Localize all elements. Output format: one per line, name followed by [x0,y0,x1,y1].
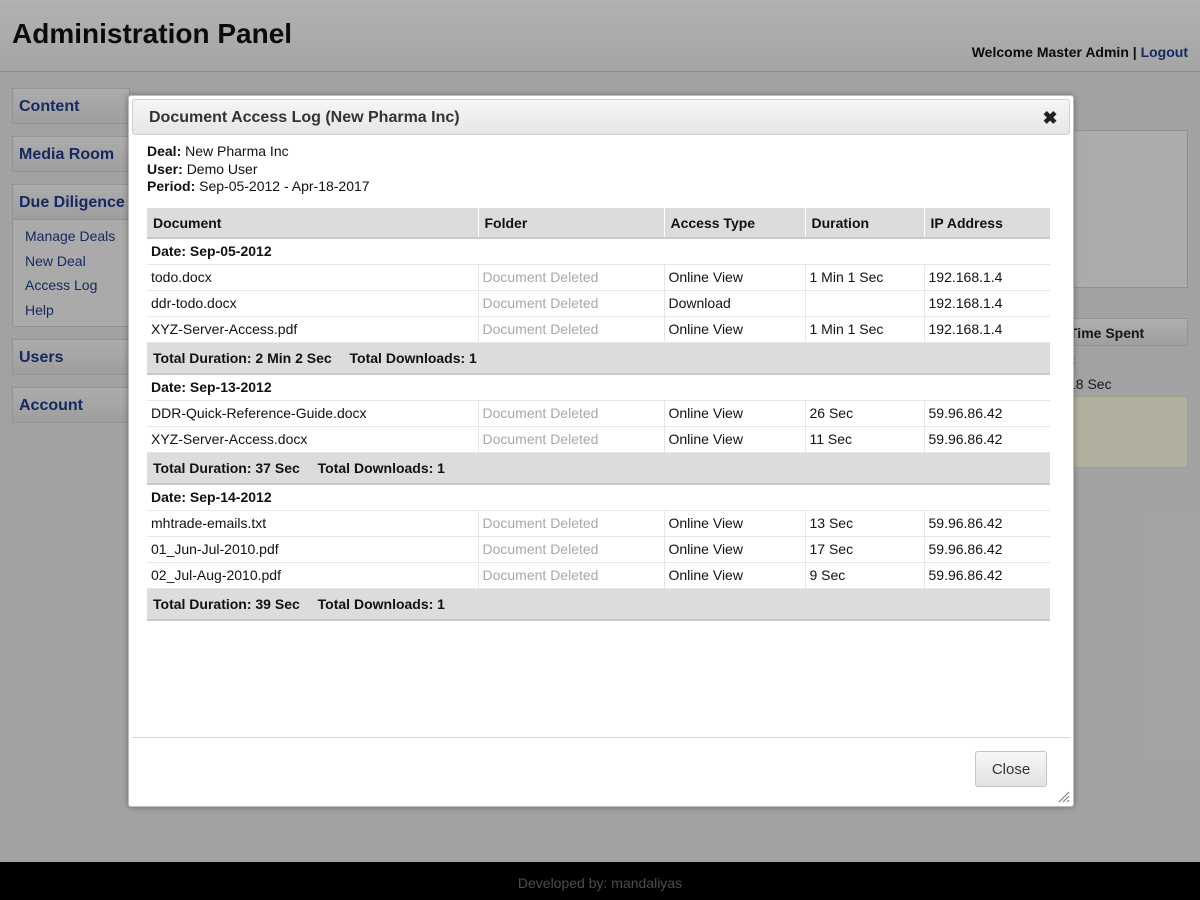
cell-document: DDR-Quick-Reference-Guide.docx [147,400,479,427]
cell-ip-address: 192.168.1.4 [924,316,1050,343]
total-downloads: Total Downloads: 1 [317,459,445,476]
meta-deal-value: New Pharma Inc [185,143,289,159]
dialog-footer-divider [132,737,1070,738]
group-total-cell: Total Duration: 2 Min 2 Sec Total Downlo… [147,341,1050,375]
cell-ip-address: 59.96.86.42 [924,562,1050,589]
column-header-access-type: Access Type [664,208,806,239]
group-total-row: Total Duration: 37 Sec Total Downloads: … [147,451,1050,485]
resize-grip-icon[interactable] [1056,789,1070,803]
cell-document: todo.docx [147,264,479,291]
meta-user: User: Demo User [147,161,370,179]
dialog-titlebar[interactable]: Document Access Log (New Pharma Inc) ✖ [132,99,1070,135]
meta-user-value: Demo User [186,160,258,177]
total-downloads: Total Downloads: 1 [349,349,477,366]
cell-access-type: Online View [664,536,806,563]
cell-folder: Document Deleted [478,400,665,427]
column-header-document: Document [147,208,479,239]
cell-ip-address: 192.168.1.4 [924,290,1050,317]
cell-access-type: Online View [664,400,806,427]
table-row: ddr-todo.docx Document Deleted Download … [147,290,1050,317]
cell-access-type: Online View [664,264,806,291]
table-row: 01_Jun-Jul-2010.pdf Document Deleted Onl… [147,536,1050,563]
meta-period-value: Sep-05-2012 - Apr-18-2017 [199,178,370,194]
meta-deal-label: Deal: [147,143,182,159]
date-group-row: Date: Sep-05-2012 [147,238,1050,265]
dialog-title: Document Access Log (New Pharma Inc) [149,109,460,126]
table-row: todo.docx Document Deleted Online View 1… [147,264,1050,291]
cell-duration: 17 Sec [805,536,925,563]
meta-period: Period: Sep-05-2012 - Apr-18-2017 [147,178,370,196]
group-total-cell: Total Duration: 39 Sec Total Downloads: … [147,587,1050,621]
date-group-label: Date: Sep-05-2012 [147,238,1050,265]
table-row: XYZ-Server-Access.pdf Document Deleted O… [147,316,1050,343]
cell-access-type: Download [664,290,806,317]
meta-deal: Deal: New Pharma Inc [147,143,370,161]
cell-ip-address: 192.168.1.4 [924,264,1050,291]
date-group-label: Date: Sep-13-2012 [147,374,1050,401]
cell-folder: Document Deleted [478,316,665,343]
table-row: XYZ-Server-Access.docx Document Deleted … [147,426,1050,453]
cell-folder: Document Deleted [478,562,665,589]
cell-access-type: Online View [664,426,806,453]
cell-document: XYZ-Server-Access.pdf [147,316,479,343]
page-footer: Developed by: mandaliyas [0,862,1200,900]
cell-document: 02_Jul-Aug-2010.pdf [147,562,479,589]
date-group-label: Date: Sep-14-2012 [147,484,1050,511]
cell-ip-address: 59.96.86.42 [924,426,1050,453]
table-row: mhtrade-emails.txt Document Deleted Onli… [147,510,1050,537]
total-downloads: Total Downloads: 1 [317,595,445,612]
total-duration: Total Duration: 37 Sec [153,459,300,476]
cell-folder: Document Deleted [478,290,665,317]
cell-duration [805,290,925,317]
column-header-folder: Folder [478,208,665,239]
cell-duration: 1 Min 1 Sec [805,316,925,343]
table-header-row: Document Folder Access Type Duration IP … [147,208,1050,239]
total-duration: Total Duration: 2 Min 2 Sec [153,349,332,366]
cell-duration: 9 Sec [805,562,925,589]
cell-folder: Document Deleted [478,510,665,537]
cell-folder: Document Deleted [478,264,665,291]
cell-duration: 13 Sec [805,510,925,537]
date-group-row: Date: Sep-13-2012 [147,374,1050,401]
cell-ip-address: 59.96.86.42 [924,536,1050,563]
table-row: 02_Jul-Aug-2010.pdf Document Deleted Onl… [147,562,1050,589]
group-total-cell: Total Duration: 37 Sec Total Downloads: … [147,451,1050,485]
cell-document: mhtrade-emails.txt [147,510,479,537]
cell-document: ddr-todo.docx [147,290,479,317]
cell-duration: 1 Min 1 Sec [805,264,925,291]
meta-period-label: Period: [147,178,196,194]
access-log-table: Document Folder Access Type Duration IP … [147,208,1050,621]
cell-document: 01_Jun-Jul-2010.pdf [147,536,479,563]
cell-folder: Document Deleted [478,426,665,453]
date-group-row: Date: Sep-14-2012 [147,484,1050,511]
cell-access-type: Online View [664,316,806,343]
cell-folder: Document Deleted [478,536,665,563]
group-total-row: Total Duration: 2 Min 2 Sec Total Downlo… [147,341,1050,375]
cell-document: XYZ-Server-Access.docx [147,426,479,453]
close-button[interactable]: Close [975,751,1047,787]
group-total-row: Total Duration: 39 Sec Total Downloads: … [147,587,1050,621]
dialog-meta: Deal: New Pharma Inc User: Demo User Per… [147,143,370,196]
cell-access-type: Online View [664,510,806,537]
cell-ip-address: 59.96.86.42 [924,400,1050,427]
meta-user-label: User: [147,160,183,177]
cell-duration: 11 Sec [805,426,925,453]
cell-duration: 26 Sec [805,400,925,427]
column-header-duration: Duration [805,208,925,239]
cell-access-type: Online View [664,562,806,589]
table-row: DDR-Quick-Reference-Guide.docx Document … [147,400,1050,427]
access-log-dialog: Document Access Log (New Pharma Inc) ✖ D… [128,95,1074,807]
close-icon[interactable]: ✖ [1041,109,1059,127]
cell-ip-address: 59.96.86.42 [924,510,1050,537]
column-header-ip-address: IP Address [924,208,1050,239]
total-duration: Total Duration: 39 Sec [153,595,300,612]
